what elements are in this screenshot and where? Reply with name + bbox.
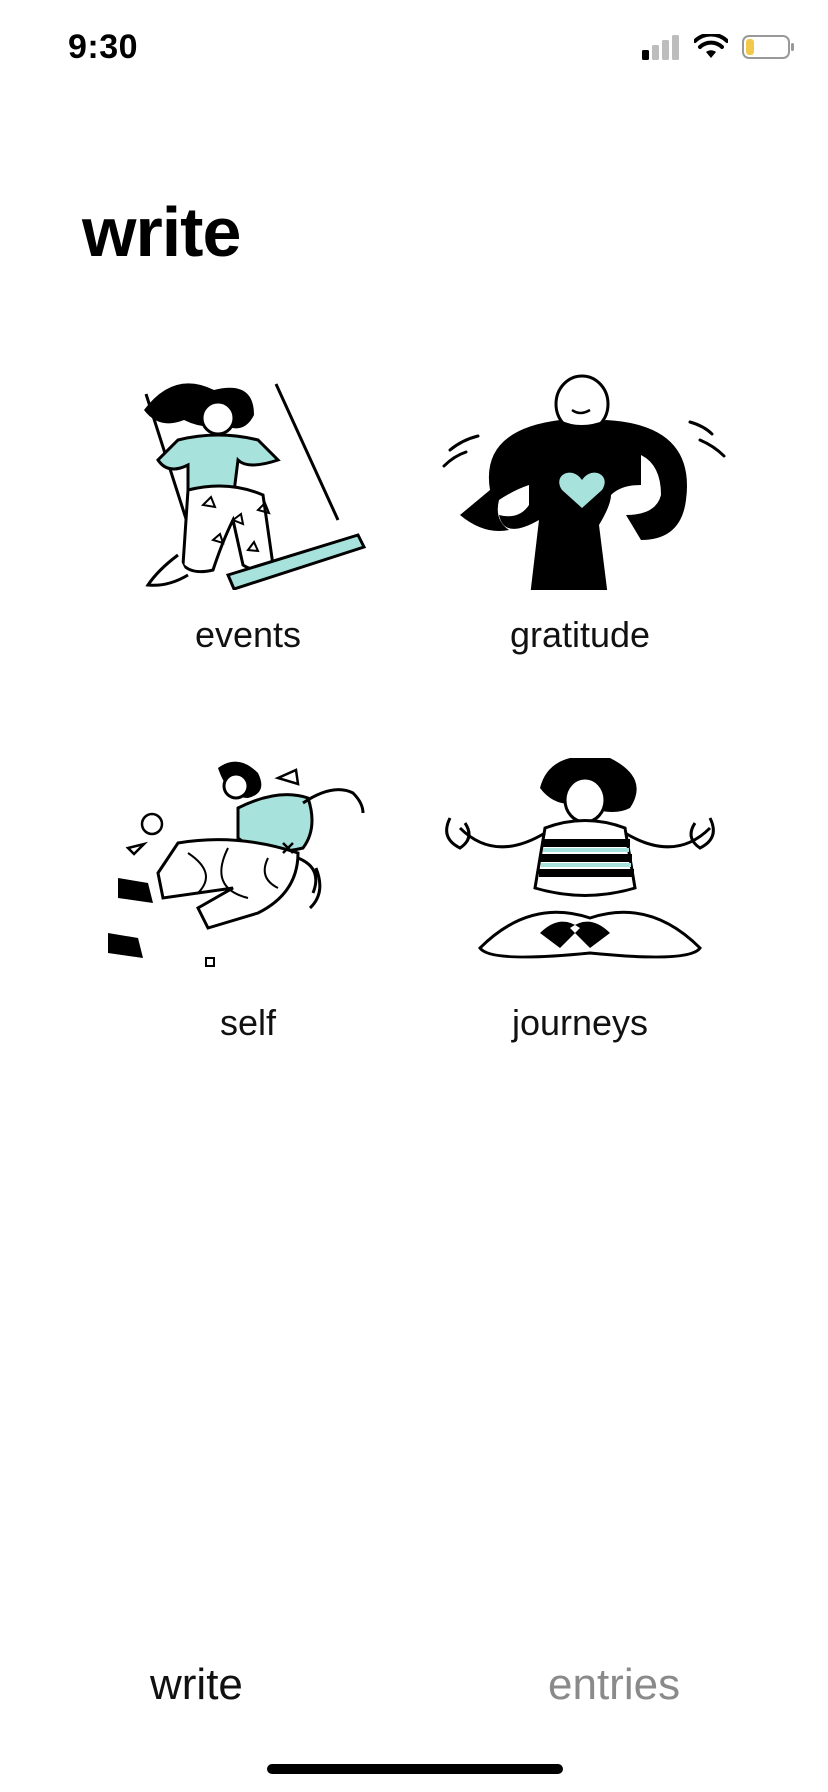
wifi-icon bbox=[694, 34, 728, 58]
tab-bar: write entries bbox=[0, 1640, 828, 1740]
category-label-gratitude: gratitude bbox=[509, 614, 651, 655]
cellular-signal-icon bbox=[642, 35, 679, 60]
status-icons bbox=[640, 34, 796, 60]
home-indicator[interactable] bbox=[267, 1764, 563, 1774]
status-time: 9:30 bbox=[68, 28, 139, 66]
battery-low-icon bbox=[742, 35, 794, 59]
status-bar: 9:30 bbox=[0, 0, 828, 100]
swing-illustration bbox=[144, 383, 367, 590]
meditation-illustration bbox=[445, 758, 715, 959]
category-label-journeys: journeys bbox=[511, 1002, 649, 1043]
heart-hug-illustration bbox=[442, 374, 726, 590]
category-events[interactable]: events bbox=[88, 370, 408, 690]
category-journeys[interactable]: journeys bbox=[420, 758, 740, 1078]
category-label-self: self bbox=[219, 1002, 277, 1043]
category-gratitude[interactable]: gratitude bbox=[420, 370, 740, 690]
category-label-events: events bbox=[194, 614, 302, 655]
tab-write[interactable]: write bbox=[150, 1660, 243, 1710]
tab-entries[interactable]: entries bbox=[548, 1660, 680, 1710]
leap-illustration bbox=[108, 761, 365, 967]
category-self[interactable]: self bbox=[88, 758, 408, 1078]
page-title: write bbox=[82, 193, 241, 271]
